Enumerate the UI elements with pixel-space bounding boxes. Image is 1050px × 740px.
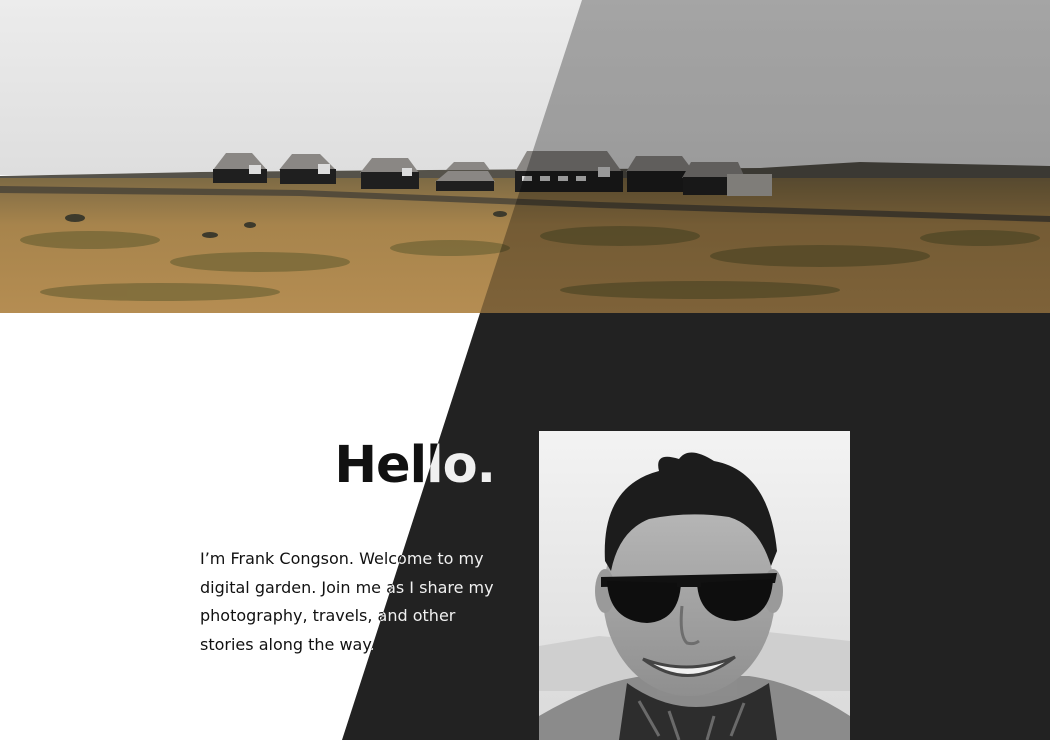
profile-portrait-image xyxy=(539,431,850,740)
dark-diagonal-panel xyxy=(342,313,1050,740)
page: Hello. I’m Frank Congson. Welcome to my … xyxy=(0,0,1050,740)
hero-landscape-image xyxy=(0,0,1050,313)
